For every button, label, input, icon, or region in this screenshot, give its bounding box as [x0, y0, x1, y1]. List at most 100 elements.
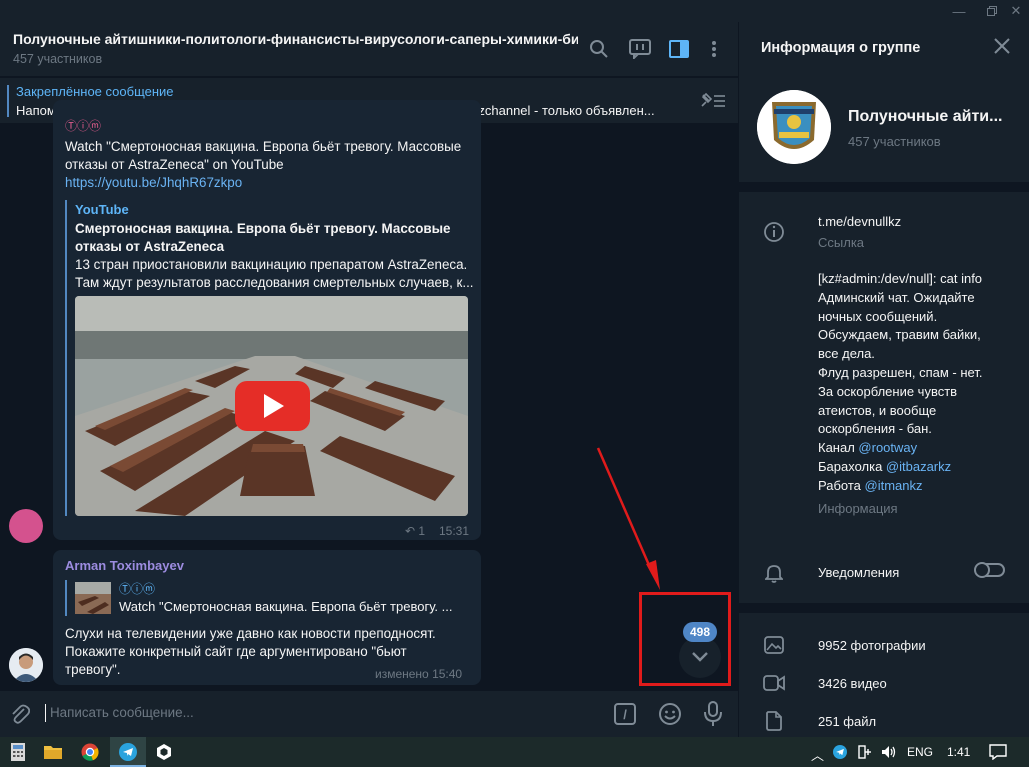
channel-link[interactable]: @rootway [858, 440, 917, 455]
discussion-icon[interactable] [628, 37, 652, 61]
message-text-line: отказы от AstraZeneca" on YouTube [65, 157, 284, 172]
window-titlebar: — ✕ [0, 0, 1029, 22]
microphone-icon[interactable] [704, 701, 722, 732]
tray-expand-icon[interactable]: ︿ [811, 745, 824, 764]
message-time: 15:31 [439, 524, 470, 538]
media-videos[interactable]: 3426 видео [818, 676, 887, 691]
group-link-label: Ссылка [818, 235, 865, 250]
info-icon [763, 221, 785, 243]
bell-icon [763, 562, 785, 584]
message-text-line: Watch "Смертоносная вакцина. Европа бьёт… [65, 139, 462, 154]
taskbar: ︿ ENG 1:41 [0, 737, 1029, 767]
description-line: ночных сообщений. [818, 308, 938, 324]
pinned-accent-bar [7, 85, 9, 117]
group-member-count: 457 участников [848, 134, 941, 149]
chat-title[interactable]: Полуночные айтишники-политологи-финансис… [13, 31, 578, 47]
unread-badge: 498 [683, 622, 718, 642]
photo-icon [763, 634, 785, 656]
chat-header[interactable]: Полуночные айтишники-политологи-финансис… [0, 22, 738, 76]
message-bubble[interactable]: Ⓣⓘⓜ Watch "Смертоносная вакцина. Европа … [53, 100, 481, 540]
video-icon [763, 672, 785, 694]
bot-commands-icon[interactable]: / [614, 703, 636, 725]
reply-author-icons: Ⓣⓘⓜ [119, 582, 156, 596]
toggle-knob [974, 562, 990, 578]
text-caret [45, 704, 46, 722]
emoji-icon[interactable] [658, 702, 682, 731]
pinned-title: Закреплённое сообщение [16, 84, 174, 99]
group-name: Полуночные айти... [848, 108, 1003, 125]
sender-name[interactable]: Arman Toximbayev [65, 558, 184, 573]
market-link[interactable]: @itbazarkz [886, 459, 951, 474]
market-prefix: Барахолка [818, 458, 886, 474]
sidebar-toggle-icon[interactable] [667, 37, 691, 61]
link-preview[interactable]: YouTube Смертоносная вакцина. Европа бьё… [65, 200, 474, 516]
message-bubble[interactable]: Arman Toximbayev Ⓣⓘⓜ Watch "Смертоносная… [53, 550, 481, 685]
section-divider [739, 603, 1029, 613]
group-avatar[interactable] [757, 90, 831, 164]
description-label: Информация [818, 501, 898, 516]
pinned-list-icon[interactable] [700, 92, 726, 113]
description-line: [kz#admin:/dev/null]: cat info [818, 271, 983, 286]
video-thumbnail[interactable] [75, 296, 468, 516]
notifications-toggle[interactable] [974, 562, 1005, 578]
file-icon [763, 710, 785, 732]
avatar[interactable] [9, 648, 43, 682]
media-files[interactable]: 251 файл [818, 714, 876, 729]
preview-title-line: отказы от AstraZeneca [75, 239, 225, 254]
reply-text: Watch "Смертоносная вакцина. Европа бьёт… [119, 599, 453, 614]
media-photos[interactable]: 9952 фотографии [818, 638, 926, 653]
description-line: Флуд разрешен, спам - нет. [818, 364, 983, 380]
chrome-icon[interactable] [79, 741, 101, 763]
chat-area: Полуночные айтишники-политологи-финансис… [0, 22, 738, 737]
chevron-down-icon [692, 652, 708, 662]
search-icon[interactable] [587, 37, 611, 61]
description-line: все дела. [818, 346, 875, 362]
message-text-line: тревогу". [65, 662, 121, 677]
telegram-tray-icon[interactable] [832, 741, 848, 763]
language-indicator[interactable]: ENG [907, 745, 933, 759]
clock[interactable]: 1:41 [947, 745, 970, 759]
work-link[interactable]: @itmankz [865, 478, 923, 493]
channel-prefix: Канал [818, 440, 859, 456]
power-icon[interactable] [856, 741, 874, 763]
preview-description-line: Там ждут результатов расследования смерт… [75, 275, 474, 290]
reply-icon: ↶ [405, 524, 416, 538]
youtube-link[interactable]: https://youtu.be/JhqhR67zkpo [65, 174, 242, 192]
message-text-line: Слухи на телевидении уже давно как новос… [65, 626, 436, 641]
notifications-label: Уведомления [818, 565, 900, 580]
description-line: Админский чат. Ожидайте [818, 289, 975, 305]
message-text-line: Покажите конкретный сайт где аргументиро… [65, 644, 407, 659]
description-line: Обсуждаем, травим байки, [818, 327, 981, 343]
description-line: За оскорбление чувств [818, 383, 958, 399]
calculator-icon[interactable] [7, 741, 29, 763]
telegram-icon[interactable] [117, 741, 139, 763]
minimize-icon[interactable]: — [945, 0, 973, 22]
file-explorer-icon[interactable] [42, 741, 64, 763]
more-options-icon[interactable] [702, 37, 726, 61]
description-line: оскорбления - бан. [818, 421, 932, 437]
reply-count[interactable]: ↶ 1 [405, 524, 425, 538]
message-input[interactable]: Написать сообщение... [50, 705, 194, 720]
scroll-down-button[interactable] [679, 636, 721, 678]
chat-member-count: 457 участников [13, 52, 103, 66]
reply-count-value: 1 [418, 524, 426, 538]
avatar[interactable] [9, 509, 43, 543]
preview-title-line: Смертоносная вакцина. Европа бьёт тревог… [75, 221, 451, 236]
preview-description-line: 13 стран приостановили вакцинацию препар… [75, 257, 468, 272]
attach-icon[interactable] [10, 703, 31, 730]
group-link[interactable]: t.me/devnullkz [818, 214, 901, 229]
reply-preview[interactable]: Ⓣⓘⓜ Watch "Смертоносная вакцина. Европа … [65, 580, 470, 616]
composer: Написать сообщение... / [0, 691, 738, 737]
description-line: атеистов, и вообще [818, 402, 937, 418]
volume-icon[interactable] [880, 741, 898, 763]
work-prefix: Работа [818, 477, 865, 493]
section-divider [739, 182, 1029, 192]
close-window-icon[interactable]: ✕ [1002, 0, 1029, 22]
notifications-center-icon[interactable] [987, 741, 1009, 763]
group-info-panel: Информация о группе Полуночные айти... 4… [738, 22, 1029, 737]
group-description[interactable]: [kz#admin:/dev/null]: cat info Админский… [818, 270, 1023, 496]
app-icon[interactable] [153, 741, 175, 763]
message-edited-time: изменено 15:40 [375, 667, 463, 681]
close-panel-icon[interactable] [993, 37, 1011, 60]
reply-thumbnail [75, 582, 111, 614]
